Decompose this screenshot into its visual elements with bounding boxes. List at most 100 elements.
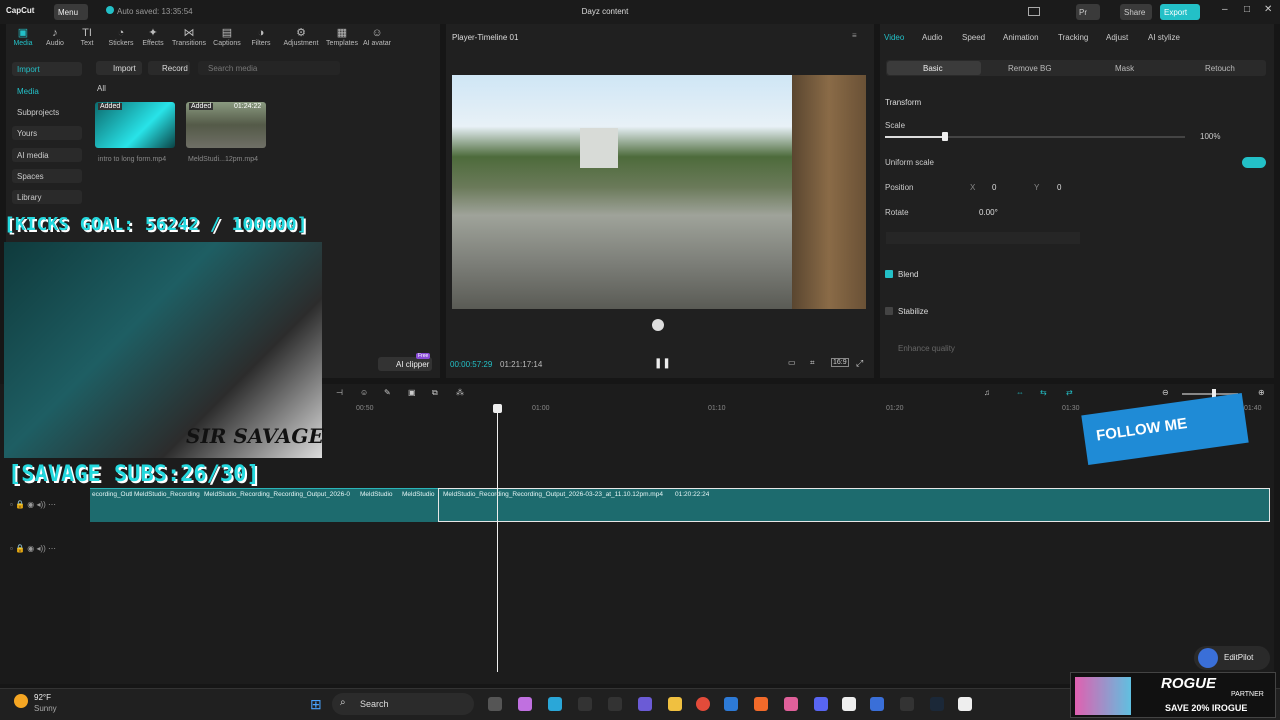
app-icon[interactable] xyxy=(724,697,738,711)
tab-filters[interactable]: ◑ Filters xyxy=(244,26,278,47)
tab-templates[interactable]: ▦ Templates xyxy=(324,26,360,47)
app-icon[interactable] xyxy=(900,697,914,711)
tab-adjust[interactable]: Adjust xyxy=(1106,33,1128,42)
timeline-clip[interactable]: MeldStudio_Recording xyxy=(132,488,202,522)
project-title[interactable]: Dayz content xyxy=(560,7,650,16)
ratio-button[interactable]: 16:9 xyxy=(831,358,849,367)
app-icon[interactable] xyxy=(608,697,622,711)
expand-icon[interactable]: ⤢ xyxy=(856,358,863,369)
timeline-clip[interactable]: MeldStudio xyxy=(358,488,400,522)
tab-audio-props[interactable]: Audio xyxy=(922,33,942,42)
app-icon[interactable] xyxy=(578,697,592,711)
scale-slider-handle[interactable] xyxy=(942,132,948,141)
x-input[interactable]: 0 xyxy=(992,183,996,192)
maximize-icon[interactable]: □ xyxy=(1244,4,1250,15)
tab-animation[interactable]: Animation xyxy=(1003,33,1039,42)
capcut-icon[interactable] xyxy=(842,697,856,711)
zoom-out-icon[interactable]: ⊖ xyxy=(1162,388,1169,397)
subnav-spaces[interactable]: Spaces xyxy=(12,169,82,183)
subtab-remove-bg[interactable]: Remove BG xyxy=(1008,64,1052,73)
subnav-library[interactable]: Library xyxy=(12,190,82,204)
tab-effects[interactable]: ✦ Effects xyxy=(136,26,170,47)
subtab-basic[interactable]: Basic xyxy=(887,61,981,75)
subnav-import[interactable]: Import xyxy=(12,62,82,76)
steam-icon[interactable] xyxy=(930,697,944,711)
capcut-icon[interactable] xyxy=(958,697,972,711)
timeline-clip[interactable]: ecording_Outl xyxy=(90,488,134,522)
subnav-subprojects[interactable]: Subprojects xyxy=(12,105,82,119)
playhead[interactable] xyxy=(497,408,498,672)
freeze-icon[interactable]: ▣ xyxy=(408,388,416,397)
soundcloud-icon[interactable] xyxy=(754,697,768,711)
transform-heading[interactable]: Transform xyxy=(885,98,921,107)
scale-slider-track[interactable] xyxy=(945,136,1185,138)
playhead-handle[interactable] xyxy=(493,404,502,413)
pro-button[interactable]: Pr xyxy=(1076,4,1100,20)
ai-clipper-button[interactable]: AI clipper xyxy=(378,357,432,371)
rotate-handle-icon[interactable] xyxy=(652,319,664,331)
zoom-in-icon[interactable]: ⊕ xyxy=(1258,388,1265,397)
taskbar-search[interactable]: Search xyxy=(332,693,474,715)
scale-value[interactable]: 100% xyxy=(1200,132,1220,141)
tab-tracking[interactable]: Tracking xyxy=(1058,33,1088,42)
timeline-clip[interactable]: MeldStudio xyxy=(400,488,438,522)
tab-video[interactable]: Video xyxy=(884,33,904,42)
y-input[interactable]: 0 xyxy=(1057,183,1061,192)
weather-icon[interactable] xyxy=(14,694,28,708)
tab-media[interactable]: ▣ Media xyxy=(6,26,40,47)
tab-ai-stylize[interactable]: AI stylize xyxy=(1148,33,1180,42)
player-menu-icon[interactable]: ≡ xyxy=(852,31,857,40)
crop-icon[interactable]: ⌗ xyxy=(810,358,815,368)
tab-captions[interactable]: ▤ Captions xyxy=(210,26,244,47)
filter-all[interactable]: All xyxy=(97,84,106,93)
app-icon[interactable] xyxy=(638,697,652,711)
discord-icon[interactable] xyxy=(814,697,828,711)
snap-icon[interactable]: ⇆ xyxy=(1040,388,1047,397)
record-button[interactable]: Record xyxy=(148,61,190,75)
fullscreen-icon[interactable]: ▭ xyxy=(788,358,796,367)
search-media-input[interactable]: Search media xyxy=(198,61,340,75)
subnav-yours[interactable]: Yours xyxy=(12,126,82,140)
meld-icon[interactable] xyxy=(870,697,884,711)
tab-audio[interactable]: ♪ Audio xyxy=(38,26,72,47)
tab-speed[interactable]: Speed xyxy=(962,33,985,42)
track-controls[interactable]: ▫ 🔒 ◉ ◂)) ⋯ xyxy=(10,544,56,553)
menu-button[interactable]: Menu xyxy=(54,4,88,20)
export-button[interactable]: Export xyxy=(1160,4,1200,20)
close-icon[interactable]: ✕ xyxy=(1264,4,1272,15)
mic-icon[interactable]: ♫ xyxy=(984,388,990,397)
chrome-icon[interactable] xyxy=(696,697,710,711)
timeline-clip[interactable]: MeldStudio_Recording_Recording_Output_20… xyxy=(202,488,358,522)
stabilize-checkbox[interactable] xyxy=(885,307,893,315)
more-icon[interactable]: ⁂ xyxy=(456,388,464,397)
uniform-scale-toggle[interactable] xyxy=(1242,157,1266,168)
pause-icon[interactable]: ❚❚ xyxy=(654,358,671,369)
tab-ai-avatar[interactable]: ☺ AI avatar xyxy=(362,26,392,47)
subnav-ai-media[interactable]: AI media xyxy=(12,148,82,162)
magic-icon[interactable]: ✎ xyxy=(384,388,391,397)
import-button[interactable]: Import xyxy=(96,61,142,75)
subnav-media[interactable]: Media xyxy=(12,84,82,98)
tab-adjustment[interactable]: ⚙ Adjustment xyxy=(282,26,320,47)
preview-axis-icon[interactable]: ⇄ xyxy=(1066,388,1073,397)
subtab-retouch[interactable]: Retouch xyxy=(1205,64,1235,73)
track-controls[interactable]: ▫ 🔒 ◉ ◂)) ⋯ xyxy=(10,500,56,509)
desktop-icon[interactable] xyxy=(548,697,562,711)
windows-start-icon[interactable]: ⊞ xyxy=(310,696,322,713)
subtab-mask[interactable]: Mask xyxy=(1115,64,1134,73)
tab-stickers[interactable]: ◔ Stickers xyxy=(104,26,138,47)
share-button[interactable]: Share xyxy=(1120,4,1152,20)
task-view-icon[interactable] xyxy=(488,697,502,711)
minimize-icon[interactable]: – xyxy=(1222,4,1228,15)
tab-text[interactable]: TI Text xyxy=(70,26,104,47)
person-icon[interactable]: ☺ xyxy=(360,388,368,397)
tab-transitions[interactable]: ⋈ Transitions xyxy=(172,26,206,47)
layout-icon[interactable] xyxy=(1028,7,1040,16)
app-icon[interactable] xyxy=(784,697,798,711)
timeline-clip-selected[interactable]: MeldStudio_Recording_Recording_Output_20… xyxy=(438,488,1270,522)
copilot-icon[interactable] xyxy=(518,697,532,711)
file-explorer-icon[interactable] xyxy=(668,697,682,711)
link-icon[interactable]: ⇔ xyxy=(1016,388,1024,397)
rotate-input[interactable]: 0.00° xyxy=(979,208,998,217)
mirror-icon[interactable]: ⧉ xyxy=(432,388,438,398)
